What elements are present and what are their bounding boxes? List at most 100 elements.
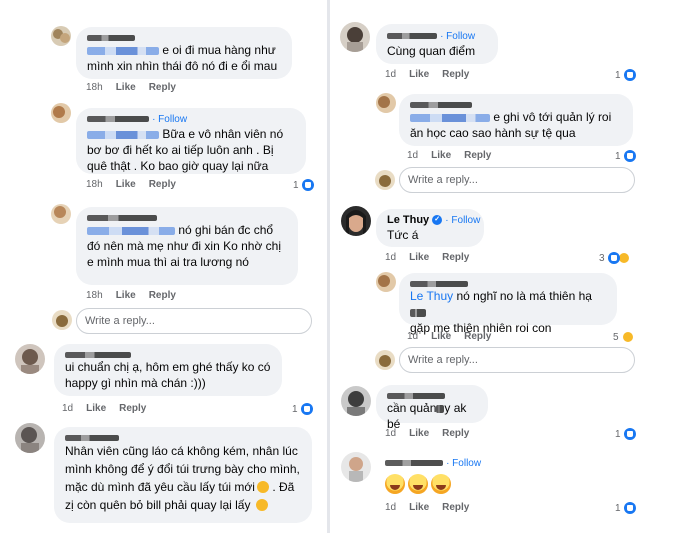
reaction-count[interactable]: 1 bbox=[615, 428, 636, 440]
avatar[interactable] bbox=[376, 272, 396, 292]
commenter-name[interactable] bbox=[87, 32, 281, 42]
comment-time[interactable]: 18h bbox=[86, 290, 103, 301]
reaction-count[interactable]: 1 bbox=[615, 502, 636, 514]
reaction-count[interactable]: 1 bbox=[615, 69, 636, 81]
commenter-name[interactable] bbox=[387, 390, 477, 400]
like-link[interactable]: Like bbox=[409, 502, 429, 513]
avatar[interactable] bbox=[341, 386, 371, 416]
comment-time[interactable]: 1d bbox=[62, 403, 73, 414]
like-link[interactable]: Like bbox=[116, 179, 136, 190]
avatar[interactable] bbox=[340, 22, 370, 52]
like-link[interactable]: Like bbox=[409, 69, 429, 80]
commenter-name[interactable] bbox=[387, 33, 437, 40]
my-avatar bbox=[52, 310, 72, 330]
comment-bubble: · Follow Cùng quan điểm bbox=[376, 24, 498, 64]
reply-input[interactable]: Write a reply... bbox=[76, 308, 312, 334]
reaction-count[interactable]: 5 bbox=[613, 331, 634, 343]
reply-link[interactable]: Reply bbox=[464, 150, 491, 161]
laughing-tears-emoji-icon bbox=[431, 474, 451, 494]
like-link[interactable]: Like bbox=[409, 252, 429, 263]
avatar[interactable] bbox=[341, 452, 371, 482]
like-reaction-icon bbox=[623, 502, 636, 514]
comment-meta: 1d Like Reply bbox=[385, 502, 482, 514]
reaction-count[interactable]: 1 bbox=[293, 179, 314, 191]
verified-badge-icon: ✓ bbox=[432, 215, 443, 226]
like-link[interactable]: Like bbox=[431, 331, 451, 342]
comment-time[interactable]: 18h bbox=[86, 82, 103, 93]
reply-link[interactable]: Reply bbox=[149, 290, 176, 301]
comment-time[interactable]: 1d bbox=[385, 252, 396, 263]
like-link[interactable]: Like bbox=[86, 403, 106, 414]
avatar[interactable] bbox=[15, 423, 45, 453]
comment-bubble: nó ghi bán đc chổ đó nên mà mẹ như đi xi… bbox=[76, 207, 298, 285]
laughing-tears-emoji-icon bbox=[385, 474, 405, 494]
tagged-name[interactable] bbox=[87, 226, 175, 235]
avatar[interactable] bbox=[15, 344, 45, 374]
avatar[interactable] bbox=[376, 93, 396, 113]
tagged-name[interactable] bbox=[87, 130, 159, 139]
like-link[interactable]: Like bbox=[116, 82, 136, 93]
avatar[interactable] bbox=[51, 204, 71, 224]
reply-link[interactable]: Reply bbox=[442, 502, 469, 513]
emoji-comment bbox=[385, 474, 454, 499]
comment-bubble: Nhân viên cũng láo cá không kém, nhân lú… bbox=[54, 427, 312, 523]
comment-meta: 18h Like Reply bbox=[86, 290, 189, 302]
commenter-name[interactable] bbox=[385, 460, 443, 467]
comment-meta: 18h Like Reply bbox=[86, 179, 189, 191]
follow-link[interactable]: · Follow bbox=[440, 31, 475, 42]
commenter-name[interactable] bbox=[410, 278, 606, 288]
comment-meta: 1d Like Reply bbox=[385, 428, 482, 440]
panel-divider bbox=[327, 0, 330, 533]
reply-placeholder: Write a reply... bbox=[408, 174, 478, 186]
avatar[interactable] bbox=[51, 26, 71, 46]
right-comment-panel: · Follow Cùng quan điểm 1d Like Reply 1 e … bbox=[333, 0, 673, 533]
comment-bubble: Le Thuy nó nghĩ no là má thiên hạ gặp mẹ… bbox=[399, 273, 617, 335]
comment-text: nó nghĩ no là má thiên hạ bbox=[456, 289, 592, 303]
comment-time[interactable]: 1d bbox=[385, 502, 396, 513]
like-reaction-icon bbox=[300, 403, 313, 415]
comment-bubble: ui chuẩn chị ạ, hôm em ghé thấy ko có ha… bbox=[54, 344, 282, 396]
comment-bubble: e oi đi mua hàng như mình xin nhìn thái … bbox=[76, 27, 292, 79]
comment-time[interactable]: 1d bbox=[407, 150, 418, 161]
reaction-count[interactable]: 3 bbox=[599, 252, 630, 264]
commenter-name[interactable] bbox=[65, 349, 271, 359]
tagged-name[interactable] bbox=[410, 113, 490, 122]
reply-placeholder: Write a reply... bbox=[408, 354, 478, 366]
reply-link[interactable]: Reply bbox=[442, 69, 469, 80]
reaction-count[interactable]: 1 bbox=[615, 150, 636, 162]
reply-link[interactable]: Reply bbox=[464, 331, 491, 342]
my-avatar bbox=[375, 170, 395, 190]
like-link[interactable]: Like bbox=[409, 428, 429, 439]
reply-input[interactable]: Write a reply... bbox=[399, 167, 635, 193]
reaction-count[interactable]: 1 bbox=[292, 403, 313, 415]
reply-placeholder: Write a reply... bbox=[85, 315, 155, 327]
commenter-name[interactable]: Le Thuy bbox=[387, 214, 429, 226]
like-reaction-icon bbox=[607, 252, 620, 264]
comment-bubble: cần quản y ak bé bbox=[376, 385, 488, 431]
haha-reaction-icon bbox=[621, 331, 634, 343]
reply-input[interactable]: Write a reply... bbox=[399, 347, 635, 373]
avatar[interactable] bbox=[341, 206, 371, 236]
comment-time[interactable]: 1d bbox=[385, 69, 396, 80]
avatar[interactable] bbox=[51, 103, 71, 123]
commenter-name[interactable] bbox=[87, 212, 287, 222]
follow-link[interactable]: · Follow bbox=[446, 458, 481, 469]
comment-text: cần quản bbox=[387, 401, 437, 415]
reply-link[interactable]: Reply bbox=[119, 403, 146, 414]
reply-link[interactable]: Reply bbox=[149, 179, 176, 190]
follow-link[interactable]: · Follow bbox=[445, 215, 480, 226]
comment-time[interactable]: 1d bbox=[407, 331, 418, 342]
reply-link[interactable]: Reply bbox=[149, 82, 176, 93]
commenter-name[interactable] bbox=[410, 99, 622, 109]
reply-link[interactable]: Reply bbox=[442, 428, 469, 439]
commenter-name[interactable] bbox=[65, 432, 301, 442]
like-link[interactable]: Like bbox=[431, 150, 451, 161]
reply-link[interactable]: Reply bbox=[442, 252, 469, 263]
mention-link[interactable]: Le Thuy bbox=[410, 289, 453, 303]
comment-time[interactable]: 1d bbox=[385, 428, 396, 439]
like-link[interactable]: Like bbox=[116, 290, 136, 301]
comment-time[interactable]: 18h bbox=[86, 179, 103, 190]
commenter-name[interactable] bbox=[87, 116, 149, 123]
tagged-name[interactable] bbox=[87, 46, 159, 55]
follow-link[interactable]: · Follow bbox=[152, 114, 187, 125]
